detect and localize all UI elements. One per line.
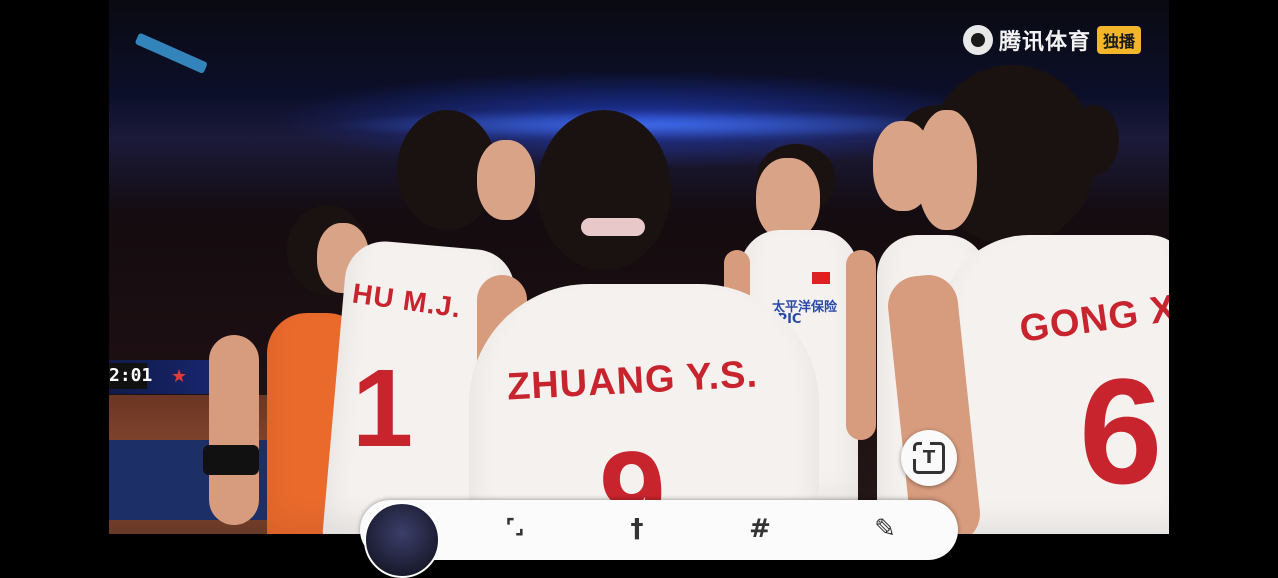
scoreboard-clock: 2:01 xyxy=(109,363,152,389)
text-recognition-button[interactable]: T xyxy=(901,430,957,486)
armband xyxy=(203,445,259,475)
bottom-toolbar: ⌜⌟ † # ✎ xyxy=(360,500,958,578)
video-frame[interactable]: 2:01 ★ HU M.J. 1 太平洋保险 CPIC xyxy=(109,0,1169,534)
hashtag-icon[interactable]: # xyxy=(745,514,775,544)
hair-clip xyxy=(581,218,645,236)
tencent-sports-watermark: 腾讯体育 独播 xyxy=(963,23,1142,57)
text-recognition-icon: T xyxy=(910,439,945,474)
tencent-sports-logo xyxy=(963,25,993,55)
edit-icon[interactable]: ✎ xyxy=(870,514,900,544)
video-thumbnail[interactable] xyxy=(364,502,440,578)
ocr-icon[interactable]: † xyxy=(622,514,652,544)
light-streak xyxy=(134,32,208,74)
jersey-number-gong: 6 xyxy=(1079,347,1163,515)
exclusive-badge: 独播 xyxy=(1097,26,1142,54)
crop-icon[interactable]: ⌜⌟ xyxy=(500,514,530,538)
player-zhuang-ys: ZHUANG Y.S. 9 xyxy=(469,110,849,534)
text-recognition-glyph: T xyxy=(922,447,936,468)
jersey-number-hu: 1 xyxy=(352,347,414,470)
hair-bun xyxy=(1069,105,1119,175)
watermark-brand: 腾讯体育 xyxy=(999,30,1092,55)
led-logo-icon: ★ xyxy=(171,366,188,387)
